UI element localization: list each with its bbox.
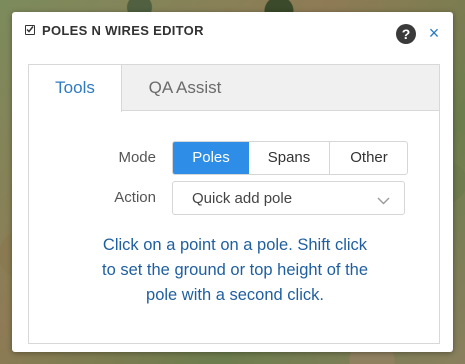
close-button[interactable]: × (426, 23, 442, 43)
panel-body: Tools QA Assist Mode Poles Spans Other A… (28, 64, 440, 344)
panel-header[interactable]: POLES N WIRES EDITOR ? × (12, 12, 453, 52)
close-icon: × (428, 23, 440, 43)
help-icon: ? (401, 26, 411, 42)
mode-label: Mode (118, 149, 156, 166)
mode-segmented-control: Poles Spans Other (172, 141, 408, 175)
instruction-text: Click on a point on a pole. Shift click … (65, 233, 405, 308)
instruction-line-1: Click on a point on a pole. Shift click (102, 236, 368, 254)
action-select[interactable]: Quick add pole (172, 181, 405, 215)
editor-panel: POLES N WIRES EDITOR ? × Tools QA Assist… (12, 12, 453, 352)
action-select-value: Quick add pole (192, 190, 293, 207)
mode-poles-button[interactable]: Poles (173, 142, 249, 174)
instruction-line-3: pole with a second click. (146, 286, 324, 304)
mode-other-button[interactable]: Other (330, 142, 407, 174)
tab-tools[interactable]: Tools (29, 65, 122, 112)
chevron-down-icon (377, 192, 390, 210)
panel-title: POLES N WIRES EDITOR (42, 23, 204, 38)
tab-qa-assist[interactable]: QA Assist (122, 65, 248, 111)
instruction-line-2: to set the ground or top height of the (101, 261, 369, 279)
action-label: Action (114, 189, 156, 206)
help-button[interactable]: ? (396, 24, 416, 44)
mode-spans-button[interactable]: Spans (249, 142, 330, 174)
tab-bar: Tools QA Assist (29, 65, 439, 112)
checkbox-icon (25, 25, 35, 35)
